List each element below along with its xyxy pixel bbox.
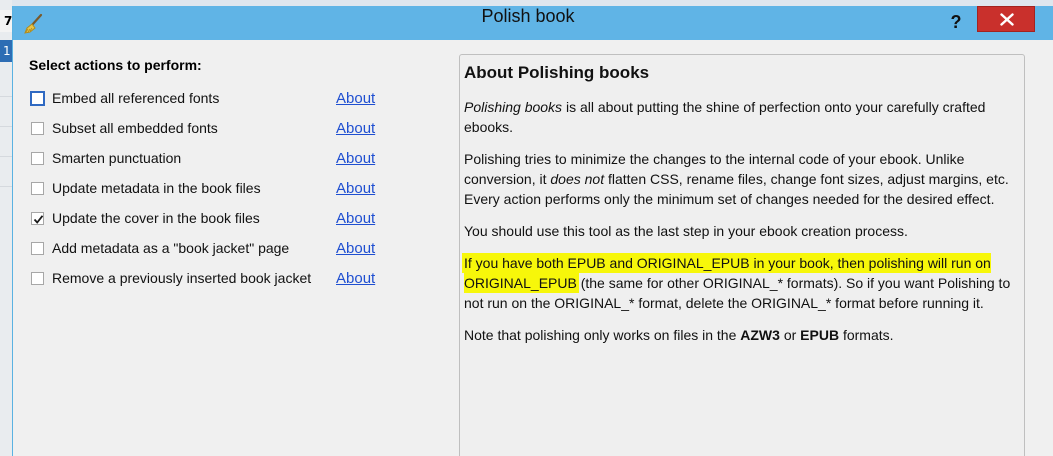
action-row-remove-jacket: Remove a previously inserted book jacket… <box>29 269 459 291</box>
polish-book-dialog: Polish book ? Select actions to perform:… <box>12 6 1053 456</box>
background-row-line <box>0 96 12 97</box>
subset-fonts-checkbox[interactable] <box>31 122 44 135</box>
action-row-embed-fonts: Embed all referenced fonts About <box>29 89 459 111</box>
info-emphasis: Polishing books <box>464 99 563 115</box>
format-epub: EPUB <box>800 327 840 343</box>
background-row-line <box>0 156 12 157</box>
screen: 7 1 Polish book ? Select actions to perf… <box>0 0 1053 456</box>
action-row-update-cover: Update the cover in the book files About <box>29 209 459 231</box>
info-paragraph-1: Polishing books is all about putting the… <box>464 99 986 135</box>
add-jacket-checkbox[interactable] <box>31 242 44 255</box>
checkmark-icon <box>33 215 44 224</box>
actions-pane: Select actions to perform: Embed all ref… <box>13 40 453 456</box>
info-paragraph-3: You should use this tool as the last ste… <box>464 223 908 239</box>
about-polishing-text: About Polishing books Polishing books is… <box>464 61 1016 357</box>
add-jacket-about-link[interactable]: About <box>336 240 375 257</box>
background-app-column <box>0 0 12 456</box>
smarten-punctuation-about-link[interactable]: About <box>336 150 375 167</box>
background-selected-cell: 1 <box>0 40 12 62</box>
embed-fonts-checkbox[interactable] <box>30 91 45 106</box>
help-button[interactable]: ? <box>943 10 969 34</box>
action-row-subset-fonts: Subset all embedded fonts About <box>29 119 459 141</box>
smarten-punctuation-checkbox[interactable] <box>31 152 44 165</box>
action-row-smarten-punctuation: Smarten punctuation About <box>29 149 459 171</box>
info-paragraph-4: If you have both EPUB and ORIGINAL_EPUB … <box>464 255 1011 311</box>
update-metadata-label[interactable]: Update metadata in the book files <box>52 180 261 196</box>
window-title: Polish book <box>481 6 575 26</box>
remove-jacket-about-link[interactable]: About <box>336 270 375 287</box>
remove-jacket-checkbox[interactable] <box>31 272 44 285</box>
update-metadata-about-link[interactable]: About <box>336 180 375 197</box>
format-azw3: AZW3 <box>740 327 780 343</box>
background-row-line <box>0 186 12 187</box>
embed-fonts-label[interactable]: Embed all referenced fonts <box>52 90 219 106</box>
update-metadata-checkbox[interactable] <box>31 182 44 195</box>
update-cover-label[interactable]: Update the cover in the book files <box>52 210 260 226</box>
about-polishing-title: About Polishing books <box>464 63 650 82</box>
title-bar[interactable]: Polish book ? <box>13 6 1053 40</box>
background-cell: 7 <box>0 10 12 32</box>
close-button[interactable] <box>977 6 1035 32</box>
embed-fonts-about-link[interactable]: About <box>336 90 375 107</box>
subset-fonts-about-link[interactable]: About <box>336 120 375 137</box>
info-emphasis: does not <box>550 171 605 187</box>
info-paragraph-2: Polishing tries to minimize the changes … <box>464 151 1009 207</box>
actions-heading: Select actions to perform: <box>29 57 202 73</box>
action-row-update-metadata: Update metadata in the book files About <box>29 179 459 201</box>
update-cover-about-link[interactable]: About <box>336 210 375 227</box>
about-polishing-panel: About Polishing books Polishing books is… <box>459 54 1025 456</box>
update-cover-checkbox[interactable] <box>31 212 44 225</box>
subset-fonts-label[interactable]: Subset all embedded fonts <box>52 120 218 136</box>
info-paragraph-5: Note that polishing only works on files … <box>464 327 894 343</box>
action-row-add-jacket: Add metadata as a "book jacket" page Abo… <box>29 239 459 261</box>
add-jacket-label[interactable]: Add metadata as a "book jacket" page <box>52 240 289 256</box>
remove-jacket-label[interactable]: Remove a previously inserted book jacket <box>52 270 311 286</box>
smarten-punctuation-label[interactable]: Smarten punctuation <box>52 150 181 166</box>
background-row-line <box>0 126 12 127</box>
